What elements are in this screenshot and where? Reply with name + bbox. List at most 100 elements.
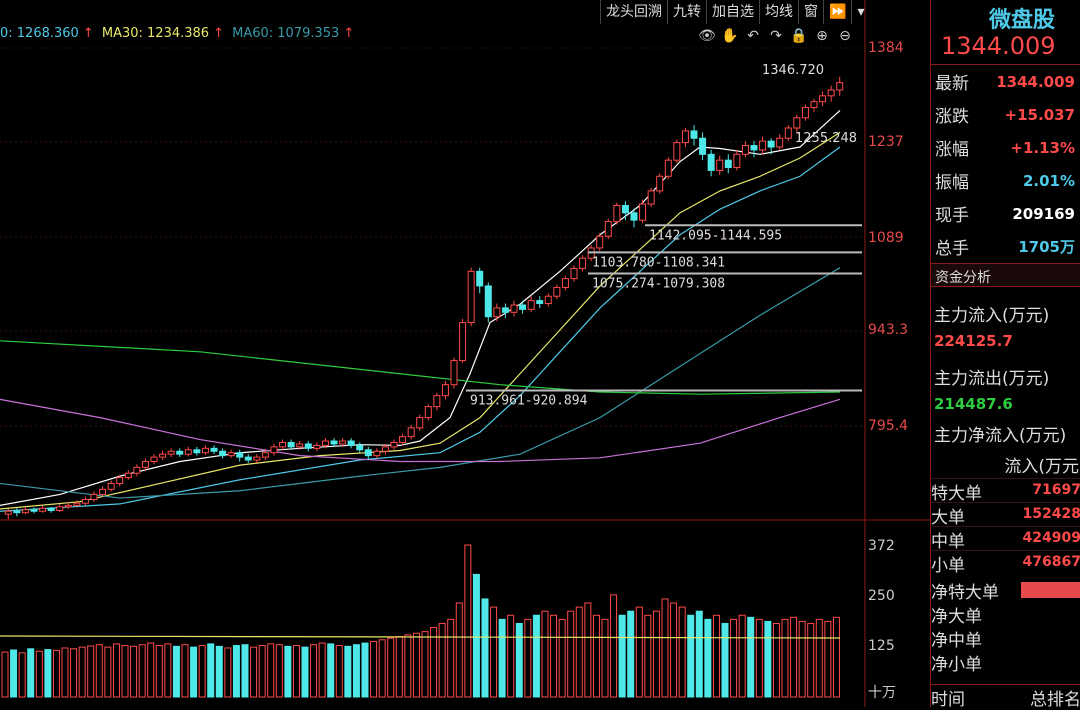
footer-rank-tab[interactable]: 总排名	[1030, 685, 1080, 710]
candle-body	[510, 304, 518, 313]
candle-body	[399, 436, 407, 443]
chart-canvas[interactable]: 1142.095-1144.595 1103.780-1108.341 1075.2…	[0, 0, 930, 707]
toolbar-add-watchlist[interactable]: 加自选	[706, 0, 759, 24]
candle-body	[613, 205, 621, 223]
fund-analysis-tab[interactable]: 资金分析	[931, 263, 1080, 287]
volume-bar	[395, 636, 403, 698]
candle-body	[330, 440, 338, 445]
volume-bar	[430, 627, 438, 698]
quote-key: 现手	[935, 206, 969, 226]
volume-bar	[292, 645, 300, 698]
current-price: 1344.009	[931, 32, 1080, 65]
order-size-value: 152428	[1022, 506, 1080, 522]
candle-body	[107, 482, 115, 490]
footer-time-tab[interactable]: 时间	[931, 685, 965, 710]
net-label: 净小单	[931, 655, 982, 675]
volume-bar	[481, 598, 489, 698]
panel-footer: 时间 总排名	[931, 684, 1080, 710]
candle-body	[493, 307, 501, 318]
eye-icon[interactable]: 👁	[698, 27, 716, 45]
hand-icon[interactable]: ✋	[721, 27, 739, 45]
redo-icon[interactable]: ↷	[767, 27, 785, 45]
order-size-label: 特大单	[931, 484, 982, 504]
quote-row: 现手 209169	[931, 197, 1080, 230]
volume-bar	[592, 614, 600, 698]
price-axis-label: 1237	[868, 134, 904, 150]
candle-body	[184, 449, 192, 455]
net-label: 净特大单	[931, 583, 999, 603]
candle-body	[124, 472, 132, 479]
volume-bar	[541, 610, 549, 698]
candle-body	[296, 443, 304, 448]
volume-bar	[618, 614, 626, 698]
volume-bar	[644, 614, 652, 698]
volume-bar	[721, 622, 729, 698]
candle-body	[356, 444, 364, 451]
volume-unit-label: 十万	[868, 685, 896, 701]
volume-bar	[824, 620, 832, 698]
candle-body	[90, 493, 98, 501]
quote-value: +1.13%	[1010, 138, 1075, 157]
toolbar-dropdown-icon[interactable]: ▾	[851, 0, 869, 24]
zoom-out-icon[interactable]: ⊖	[836, 27, 854, 45]
candle-body	[150, 456, 158, 462]
candle-body	[270, 446, 278, 454]
toolbar-ma-lines[interactable]: 均线	[759, 0, 798, 24]
volume-bar	[121, 645, 129, 698]
volume-bar	[284, 645, 292, 698]
volume-bar	[112, 643, 120, 698]
candle-body	[459, 322, 467, 362]
candle-body	[561, 278, 569, 288]
ma-line	[0, 267, 841, 499]
candle-body	[604, 221, 612, 237]
candle-body	[467, 270, 475, 324]
volume-bar	[190, 646, 198, 698]
volume-bar	[70, 648, 78, 698]
volume-bar	[258, 645, 266, 698]
volume-bar	[27, 648, 35, 698]
toolbar-pin-icon[interactable]: ⏩	[823, 0, 851, 24]
candle-body	[99, 488, 107, 495]
main-inflow-value: 224125.7	[934, 332, 1013, 350]
quote-key: 振幅	[935, 173, 969, 193]
main-outflow-label: 主力流出(万元)	[934, 369, 1050, 389]
volume-bar	[567, 610, 575, 698]
quote-key: 总手	[935, 239, 969, 259]
kline-chart[interactable]: 1142.095-1144.595 1103.780-1108.341 1075.2…	[0, 0, 930, 707]
volume-bar	[747, 616, 755, 698]
volume-bar	[627, 610, 635, 698]
candle-body	[716, 159, 724, 171]
quote-key: 涨幅	[935, 140, 969, 160]
volume-bar	[764, 620, 772, 698]
candle-body	[647, 190, 655, 205]
order-size-label: 小单	[931, 556, 965, 576]
volume-bar	[1, 651, 9, 698]
volume-bar	[455, 602, 463, 698]
candle-body	[39, 507, 47, 512]
ma30-label: MA30: 1234.386	[101, 26, 210, 41]
ma-line	[0, 146, 841, 512]
candle-body	[304, 443, 312, 449]
toolbar-window[interactable]: 窗	[798, 0, 823, 24]
volume-bar	[130, 645, 138, 698]
zoom-in-icon[interactable]: ⊕	[813, 27, 831, 45]
candle-body	[759, 140, 767, 151]
candle-body	[407, 427, 415, 438]
quote-panel: 微盘股 1344.009 最新 1344.009 涨跌 +15.037 涨幅 +1.1…	[930, 0, 1080, 710]
candle-body	[133, 466, 141, 474]
order-size-value: 71697	[1032, 482, 1080, 498]
quote-row: 总手 1705万	[931, 230, 1080, 263]
candle-body	[339, 440, 347, 445]
up-arrow-icon: ↑	[213, 26, 224, 41]
volume-bar	[635, 606, 643, 698]
lock-icon[interactable]: 🔒	[790, 27, 808, 45]
toolbar-nine-turn[interactable]: 九转	[667, 0, 706, 24]
volume-bar	[87, 645, 95, 698]
candle-body	[767, 140, 775, 148]
candle-body	[681, 130, 689, 144]
candle-body	[193, 449, 201, 454]
volume-bar	[790, 616, 798, 698]
undo-icon[interactable]: ↶	[744, 27, 762, 45]
volume-bar	[267, 643, 275, 698]
toolbar-dragon-backtrack[interactable]: 龙头回溯	[600, 0, 667, 24]
